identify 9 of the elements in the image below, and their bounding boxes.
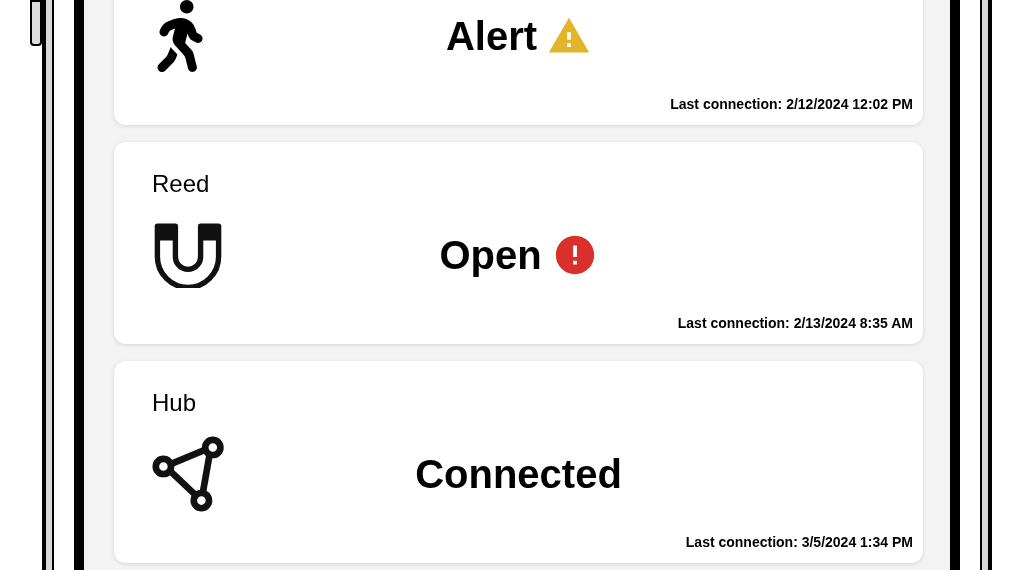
last-connection-text: Last connection: 2/12/2024 12:02 PM — [670, 95, 913, 114]
device-label: Reed — [152, 170, 210, 197]
device-status: Alert — [445, 12, 538, 60]
last-connection-text: Last connection: 3/5/2024 1:34 PM — [685, 533, 913, 552]
device-status: Open — [439, 231, 542, 279]
device-status: Connected — [415, 450, 622, 498]
magnet-icon — [152, 221, 224, 288]
last-connection-text: Last connection: 2/13/2024 8:35 AM — [677, 314, 913, 333]
device-label: Hub — [152, 389, 197, 416]
